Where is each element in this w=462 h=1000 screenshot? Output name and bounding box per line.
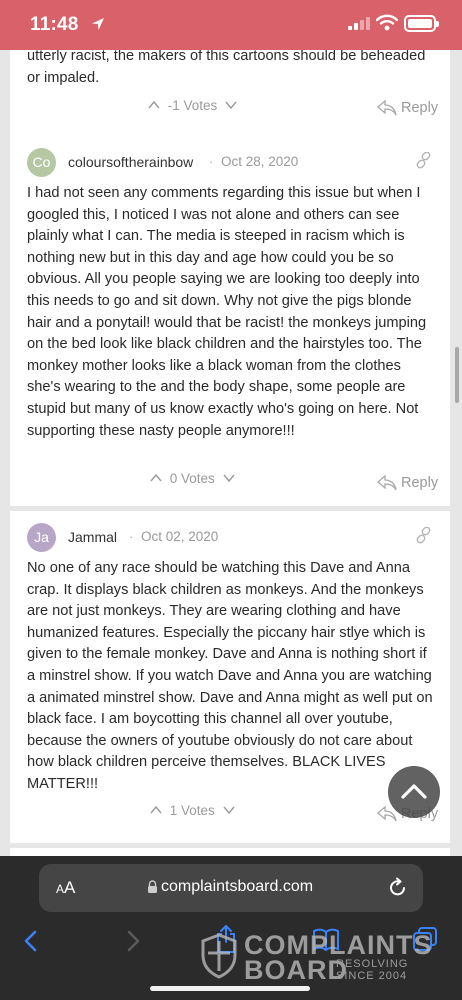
url-label: complaintsboard.com <box>161 878 314 895</box>
location-arrow-icon <box>92 18 104 30</box>
link-icon[interactable] <box>415 152 433 170</box>
reply-label: Reply <box>401 100 439 116</box>
reload-icon[interactable] <box>387 877 408 898</box>
reply-icon <box>377 474 397 491</box>
avatar[interactable]: Ja <box>27 523 56 552</box>
status-time: 11:48 <box>30 14 79 35</box>
page-content[interactable]: utterly racist, the makers of this carto… <box>0 50 462 856</box>
comment-text: I had not seen any comments regarding th… <box>27 185 427 439</box>
battery-icon <box>404 15 439 32</box>
reader-settings-button[interactable]: AAAA <box>56 878 75 898</box>
shield-logo-icon <box>201 933 237 979</box>
comment-card: Ja Jammal · Oct 02, 2020 No one of any r… <box>10 511 450 843</box>
url-text[interactable]: complaintsboard.com <box>147 878 313 896</box>
complaintsboard-watermark: COMPLAINTS BOARD RESOLVING SINCE 2004 <box>200 928 432 985</box>
comment-date: Oct 28, 2020 <box>221 154 299 169</box>
comment-text: No one of any race should be watching th… <box>27 560 433 792</box>
watermark-sub2: SINCE 2004 <box>336 970 408 982</box>
watermark-line2: BOARD <box>244 955 348 985</box>
downvote-icon[interactable] <box>223 804 235 816</box>
wifi-icon <box>376 14 398 31</box>
comment-author[interactable]: coloursoftherainbow <box>68 154 193 170</box>
vote-count: 1 Votes <box>169 802 215 818</box>
comment-card: Co coloursoftherainbow · Oct 28, 2020 I … <box>10 136 450 506</box>
address-bar[interactable]: AAAA complaintsboard.com <box>39 864 423 912</box>
comment-header: Co coloursoftherainbow · Oct 28, 2020 <box>27 148 437 178</box>
comment-date: Oct 02, 2020 <box>141 529 219 544</box>
cellular-signal-icon <box>348 16 370 30</box>
meta-separator: · <box>209 154 214 169</box>
meta-separator: · <box>129 529 134 544</box>
avatar[interactable]: Co <box>27 148 56 177</box>
vote-control: -1 Votes <box>148 97 237 117</box>
comment-card <box>10 848 450 856</box>
reply-icon <box>377 99 397 116</box>
watermark-sub1: RESOLVING <box>336 958 409 970</box>
comment-text: utterly racist, the makers of this carto… <box>27 50 426 86</box>
link-icon[interactable] <box>415 527 433 545</box>
forward-icon[interactable] <box>124 930 142 952</box>
back-icon[interactable] <box>22 930 40 952</box>
scrollbar-thumb[interactable] <box>455 347 459 403</box>
home-indicator[interactable] <box>150 986 310 991</box>
comment-header: Ja Jammal · Oct 02, 2020 <box>27 523 437 553</box>
downvote-icon[interactable] <box>223 472 235 484</box>
vote-count: 0 Votes <box>169 470 215 486</box>
upvote-icon[interactable] <box>148 99 160 111</box>
vote-count: -1 Votes <box>167 97 218 113</box>
upvote-icon[interactable] <box>150 804 162 816</box>
chevron-up-icon <box>401 784 427 799</box>
reply-label: Reply <box>401 475 439 491</box>
vote-control: 0 Votes <box>150 470 235 490</box>
vote-control: 1 Votes <box>150 802 235 822</box>
comment-author[interactable]: Jammal <box>68 529 117 545</box>
status-bar: 11:48 <box>0 0 462 50</box>
reply-button[interactable]: Reply <box>376 474 438 496</box>
scroll-to-top-button[interactable] <box>388 766 440 818</box>
comment-card: utterly racist, the makers of this carto… <box>10 50 450 136</box>
reply-button[interactable]: Reply <box>376 99 438 121</box>
downvote-icon[interactable] <box>225 99 237 111</box>
upvote-icon[interactable] <box>150 472 162 484</box>
